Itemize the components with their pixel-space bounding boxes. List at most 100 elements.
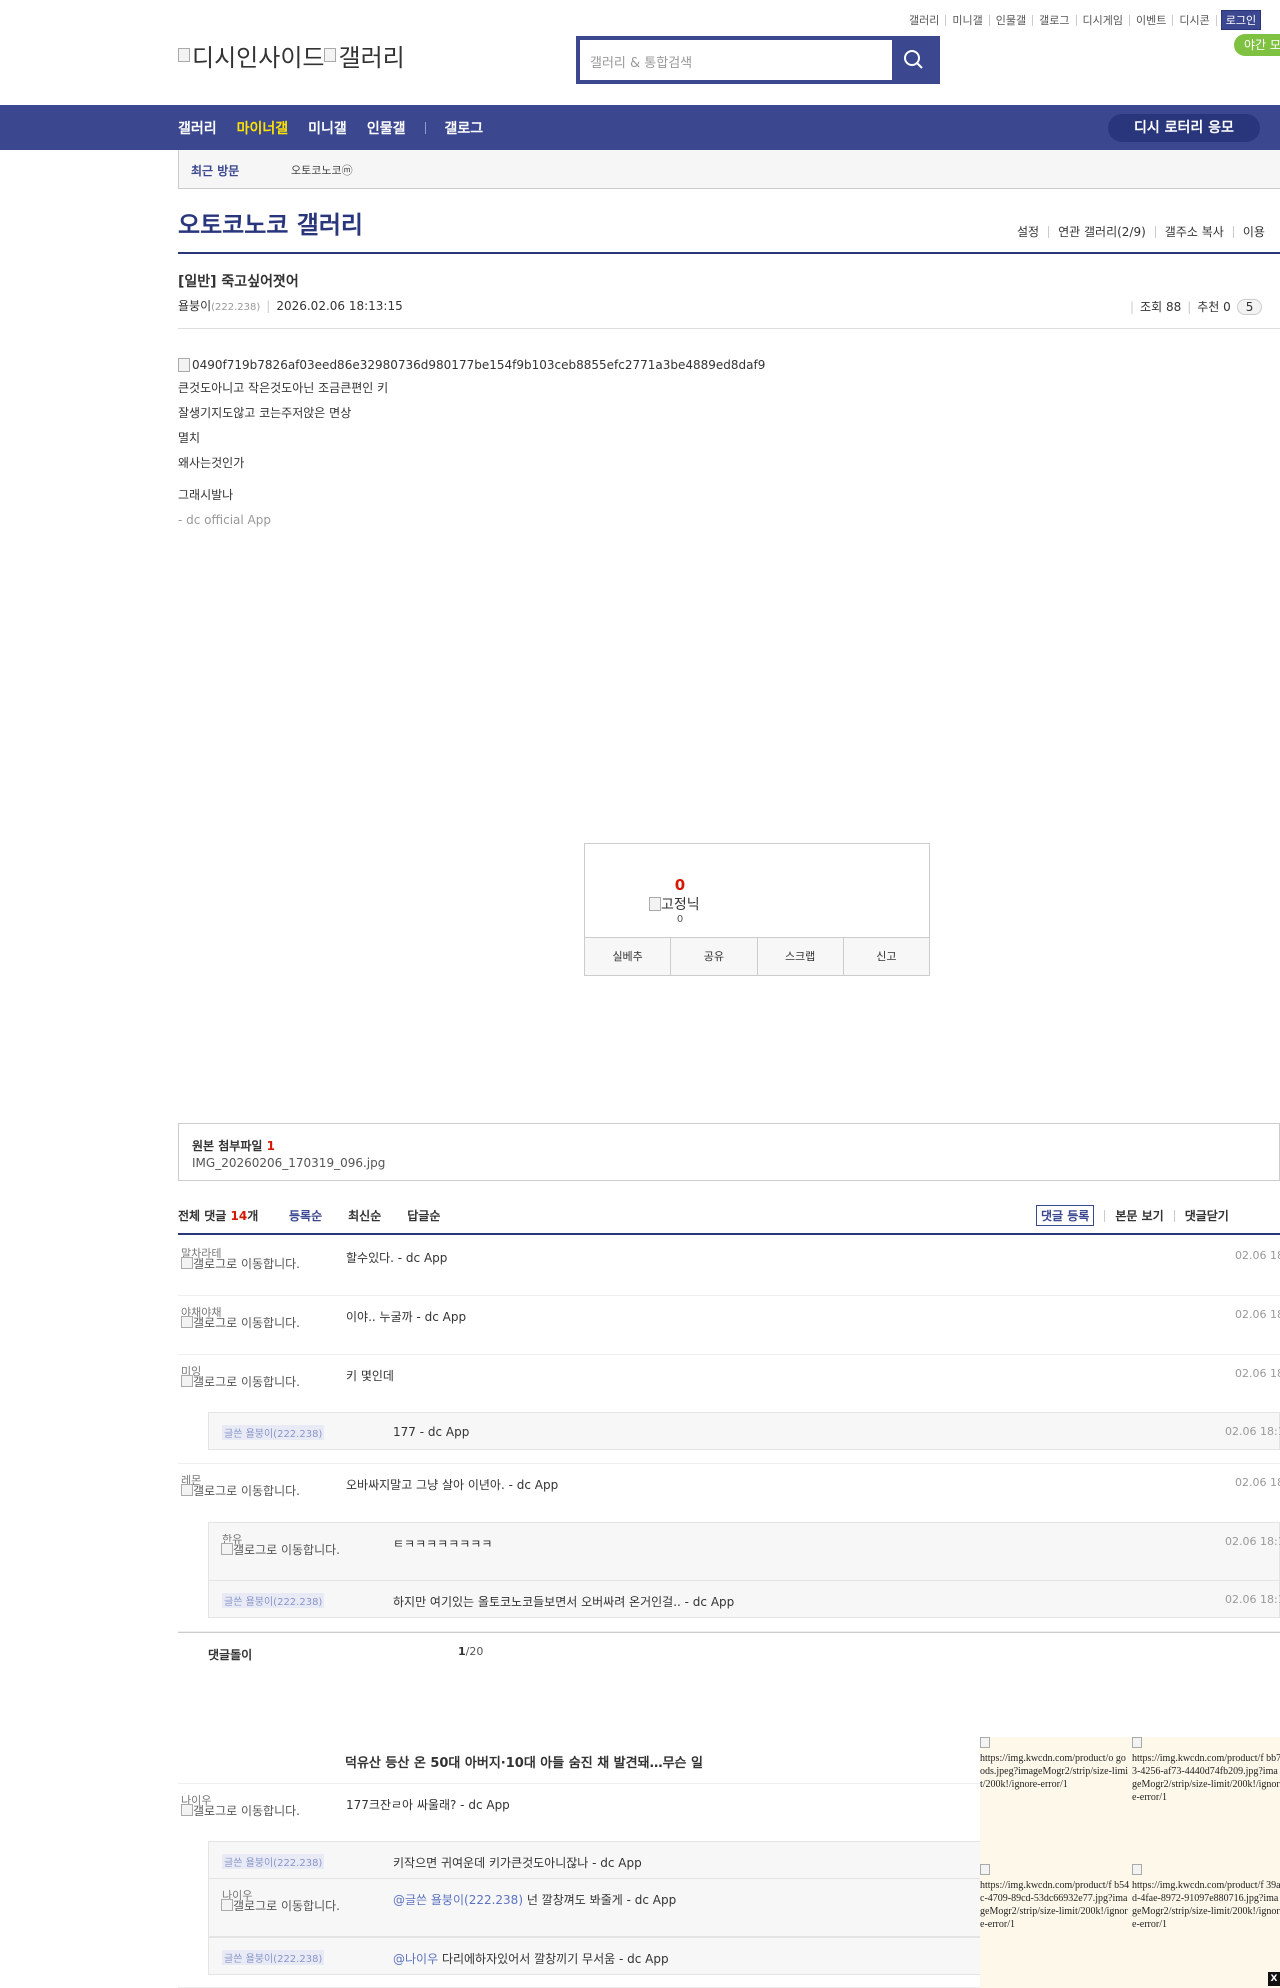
reply-date: 02.06 18:1 [1225, 1425, 1280, 1438]
news-headline-link[interactable]: 덕유산 등산 온 50대 아버지·10대 아들 숨진 채 발견돼…무슨 일 [345, 1752, 703, 1771]
report-button[interactable]: 신고 [844, 938, 929, 975]
post-title: [일반] 죽고싶어졋어 [178, 274, 299, 290]
nav-gallery[interactable]: 갤러리 [178, 118, 217, 138]
share-button[interactable]: 공유 [671, 938, 758, 975]
recent-visit-label[interactable]: 최근 방문 [191, 162, 239, 179]
gallog-link[interactable]: 갤로그로 이동합니다. [181, 1804, 311, 1818]
login-button[interactable]: 로그인 [1220, 10, 1262, 30]
broken-image-icon [181, 1484, 193, 1496]
fixed-nick-recommend-button[interactable]: 고정닉 [649, 894, 700, 914]
broken-image-icon [649, 897, 661, 911]
reply-item: 한유 갤로그로 이동합니다. ㅌㅋㅋㅋㅋㅋㅋㅋㅋ 02.06 18:1 [208, 1522, 1280, 1581]
sort-by-reply[interactable]: 답글순 [407, 1207, 440, 1224]
ad-product-link[interactable]: https://img.kwcdn.com/product/f b54c-470… [980, 1864, 1130, 1931]
reply-mention[interactable]: @글쓴 욜붕이(222.238) [393, 1893, 523, 1907]
nav-mini-gallery[interactable]: 미니갤 [308, 118, 347, 138]
gallery-title[interactable]: 오토코노코 갤러리 [178, 205, 363, 240]
view-body-button[interactable]: 본문 보기 [1104, 1209, 1173, 1222]
related-gallery-link[interactable]: 연관 갤러리(2/9) [1049, 226, 1156, 238]
gallog-link[interactable]: 갤로그로 이동합니다. [181, 1375, 311, 1389]
night-mode-toggle[interactable]: 야간 모 [1234, 34, 1280, 56]
comment-date: 02.06 18 [1235, 1308, 1280, 1321]
broken-image-icon [178, 358, 190, 372]
comment-count-pill[interactable]: 5 [1236, 299, 1263, 315]
attachment-file-link[interactable]: IMG_20260206_170319_096.jpg [192, 1156, 385, 1170]
reply-text: 하지만 여기있는 올토코노코들보면서 오버싸려 온거인걸.. - dc App [393, 1595, 735, 1609]
broken-image-icon [1132, 1864, 1142, 1875]
nav-minor-gallery[interactable]: 마이너갤 [237, 118, 289, 138]
close-comments-button[interactable]: 댓글닫기 [1173, 1209, 1239, 1222]
attachment-count: 1 [266, 1139, 275, 1153]
top-link-minigal[interactable]: 미니갤 [946, 14, 990, 26]
gallog-link[interactable]: 갤로그로 이동합니다. [221, 1543, 351, 1557]
reply-mention[interactable]: @나이우 [393, 1952, 438, 1966]
top-bar: 갤러리 미니갤 인물갤 갤로그 디시게임 이벤트 디시콘 로그인 야간 모 디시… [0, 0, 1280, 105]
divider: | [1130, 300, 1135, 314]
top-link-dcgame[interactable]: 디시게임 [1077, 14, 1130, 26]
comment-date: 02.06 18 [1235, 1249, 1280, 1262]
gallog-link[interactable]: 갤로그로 이동합니다. [181, 1316, 311, 1330]
gallery-usage-link[interactable]: 이용 [1234, 226, 1274, 238]
sort-by-register[interactable]: 등록순 [289, 1207, 322, 1224]
gallog-link[interactable]: 갤로그로 이동합니다. [221, 1899, 351, 1913]
search-input[interactable]: 갤러리 & 통합검색 [590, 52, 692, 71]
copy-gallery-url-link[interactable]: 갤주소 복사 [1156, 226, 1234, 238]
lotto-button[interactable]: 디시 로터리 응모 [1108, 114, 1260, 142]
sort-by-latest[interactable]: 최신순 [348, 1207, 381, 1224]
site-logo[interactable]: 디시인사이드 갤러리 [178, 38, 405, 73]
ad-product-link[interactable]: https://img.kwcdn.com/product/o goods.jp… [980, 1737, 1130, 1791]
post-app-sign: - dc official App [178, 513, 271, 527]
ad-product-link[interactable]: https://img.kwcdn.com/product/f 39ad-4fa… [1132, 1864, 1280, 1931]
post-line: 멸치 [178, 431, 201, 445]
ad-close-button[interactable]: X [1268, 1972, 1280, 1986]
post-header-divider [178, 328, 1280, 329]
nav-person-gallery[interactable]: 인물갤 [367, 118, 406, 138]
scrap-button[interactable]: 스크랩 [758, 938, 844, 975]
reply-writer[interactable]: 글쓴 욜붕이(222.238) [222, 1593, 325, 1608]
top-link-event[interactable]: 이벤트 [1130, 14, 1174, 26]
reply-writer[interactable]: 글쓴 욜붕이(222.238) [222, 1425, 325, 1440]
post-datetime: 2026.02.06 18:13:15 [276, 299, 403, 313]
nav-gallog[interactable]: 갤로그 [444, 118, 483, 138]
register-comment-button[interactable]: 댓글 등록 [1036, 1205, 1095, 1226]
global-nav: 갤러리 마이너갤 미니갤 인물갤 갤로그 디시 로터리 응모 [0, 105, 1280, 150]
divider: | [1187, 300, 1192, 314]
reply-writer[interactable]: 글쓴 욜붕이(222.238) [222, 1950, 325, 1965]
reply-item: 글쓴 욜붕이(222.238) 하지만 여기있는 올토코노코들보면서 오버싸려 … [208, 1580, 1280, 1618]
fixed-nick-count: 0 [676, 914, 684, 925]
current-page[interactable]: 1 [458, 1645, 466, 1658]
post-author[interactable]: 욜붕이 [178, 299, 211, 313]
ad-product-link[interactable]: https://img.kwcdn.com/product/f bb73-425… [1132, 1737, 1280, 1804]
search-box: 갤러리 & 통합검색 [576, 36, 940, 84]
post-author-ip: (222.238) [211, 302, 261, 313]
top-link-dccon[interactable]: 디시콘 [1173, 14, 1217, 26]
broken-image-icon [221, 1899, 233, 1911]
top-link-gallery[interactable]: 갤러리 [903, 14, 947, 26]
reply-text: @나이우 다리에하자있어서 깔창끼기 무서움 - dc App [393, 1952, 669, 1966]
post-body: 0490f719b7826af03eed86e32980736d980177be… [178, 358, 765, 538]
gallog-link[interactable]: 갤로그로 이동합니다. [181, 1484, 311, 1498]
gallery-settings-link[interactable]: 설정 [1008, 226, 1050, 238]
comment-text: 이야.. 누굴까 - dc App [346, 1310, 467, 1324]
best-recommend-button[interactable]: 실베추 [585, 938, 672, 975]
post-recommend-count: 추천 0 [1197, 300, 1231, 314]
gallog-link[interactable]: 갤로그로 이동합니다. [181, 1257, 311, 1271]
broken-image-icon [178, 48, 190, 62]
top-link-gallog[interactable]: 갤로그 [1033, 14, 1077, 26]
recent-visit-item[interactable]: 오토코노코ⓜ [291, 162, 353, 178]
attachment-box: 원본 첨부파일 1 IMG_20260206_170319_096.jpg [178, 1123, 1280, 1181]
ad-box: https://img.kwcdn.com/product/o goods.jp… [980, 1737, 1280, 1988]
recommend-box: 0 고정닉 0 실베추 공유 스크랩 신고 [584, 843, 930, 976]
post-image[interactable]: 0490f719b7826af03eed86e32980736d980177be… [178, 358, 765, 372]
search-button[interactable] [892, 40, 936, 80]
comment-item: 말차라테 갤로그로 이동합니다. 할수있다. - dc App 02.06 18 [178, 1237, 1280, 1296]
title-divider [178, 252, 1280, 254]
reply-date: 02.06 18:1 [1225, 1535, 1280, 1548]
broken-image-icon [181, 1257, 193, 1269]
gallery-options: 설정 연관 갤러리(2/9) 갤주소 복사 이용 [1008, 226, 1274, 238]
post-line: 그래시발나 [178, 488, 234, 502]
divider: | [266, 299, 271, 313]
top-link-persongal[interactable]: 인물갤 [990, 14, 1034, 26]
reply-writer[interactable]: 글쓴 욜붕이(222.238) [222, 1854, 325, 1869]
broken-image-icon [980, 1737, 990, 1748]
